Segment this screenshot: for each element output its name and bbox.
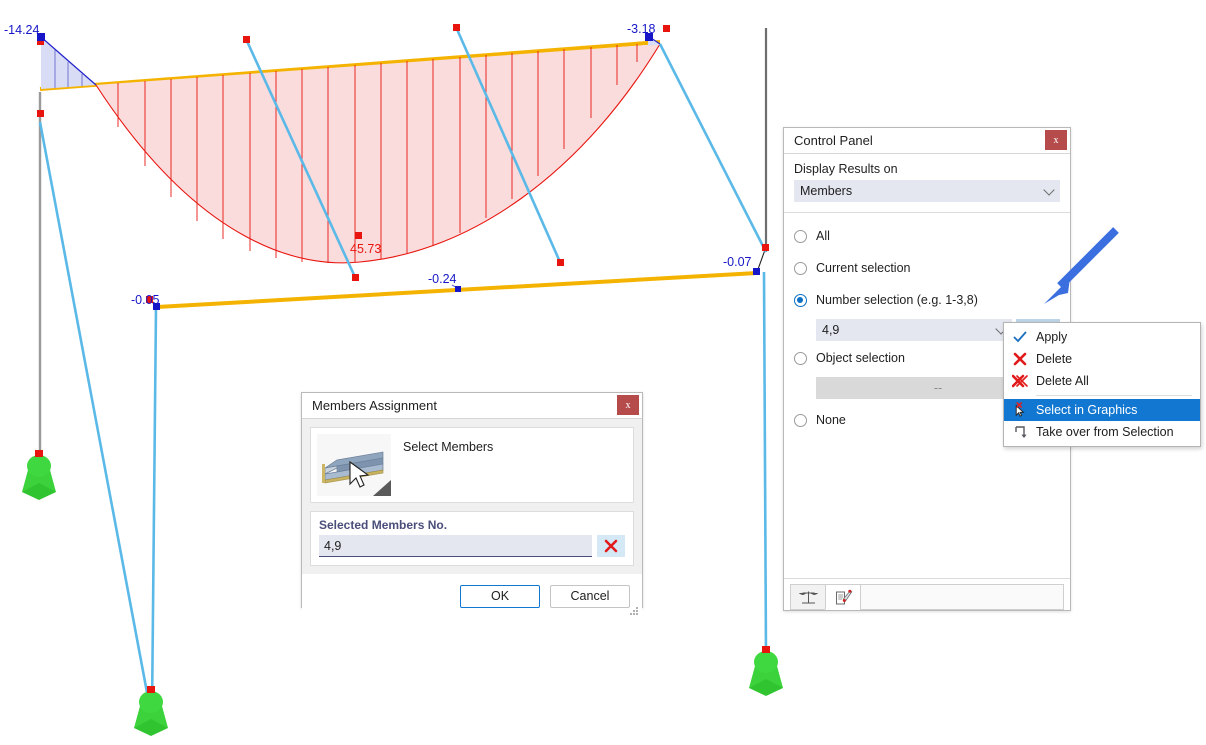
- radio-label-current-selection: Current selection: [816, 261, 911, 275]
- footer-tab-strip: [860, 584, 1064, 610]
- cursor-delete-icon: [1004, 402, 1036, 418]
- resize-handle[interactable]: [630, 607, 639, 616]
- close-icon[interactable]: x: [1045, 130, 1067, 150]
- menu-item-take-over-from-selection[interactable]: Take over from Selection: [1004, 421, 1200, 443]
- tab-clipboard-pen[interactable]: [825, 584, 861, 610]
- menu-item-delete-label: Delete: [1036, 352, 1073, 366]
- menu-item-select-in-graphics-label: Select in Graphics: [1036, 403, 1138, 417]
- menu-item-delete-all[interactable]: Delete All: [1004, 370, 1200, 392]
- select-members-label: Select Members: [403, 440, 494, 454]
- members-dialog-footer: OK Cancel: [302, 574, 642, 618]
- object-selection-value: --: [933, 381, 943, 395]
- clipboard-pen-icon: [835, 589, 852, 604]
- menu-item-apply-label: Apply: [1036, 330, 1068, 344]
- menu-item-select-in-graphics[interactable]: Select in Graphics: [1004, 399, 1200, 421]
- display-results-label: Display Results on: [794, 162, 898, 176]
- radio-option-all[interactable]: All: [794, 223, 1060, 249]
- clear-selection-button[interactable]: [597, 535, 625, 557]
- members-assignment-dialog: Members Assignment x Select Members Sele…: [301, 392, 643, 618]
- cancel-button[interactable]: Cancel: [550, 584, 630, 608]
- menu-item-delete[interactable]: Delete: [1004, 348, 1200, 370]
- radio-label-object-selection: Object selection: [816, 351, 905, 365]
- i-beam-pick-icon[interactable]: [317, 434, 391, 496]
- support-bottom-middle: [134, 686, 168, 736]
- number-selection-input[interactable]: 4,9: [816, 319, 1012, 341]
- menu-item-take-over-label: Take over from Selection: [1036, 425, 1174, 439]
- selected-members-input[interactable]: [319, 535, 592, 557]
- radio-option-number-selection[interactable]: Number selection (e.g. 1-3,8): [794, 287, 1060, 313]
- radio-option-current-selection[interactable]: Current selection: [794, 255, 1060, 281]
- support-left: [22, 450, 56, 500]
- members-dialog-title: Members Assignment: [312, 398, 437, 413]
- selected-members-field: Selected Members No.: [310, 511, 634, 566]
- members-dialog-titlebar[interactable]: Members Assignment x: [302, 393, 642, 419]
- number-selection-value: 4,9: [822, 323, 840, 337]
- display-results-section: Display Results on Members: [784, 154, 1070, 213]
- radio-icon-none: [794, 413, 807, 427]
- control-panel-titlebar[interactable]: Control Panel x: [784, 128, 1070, 154]
- control-panel-footer: [784, 578, 1070, 610]
- display-results-select[interactable]: Members: [794, 180, 1060, 202]
- check-icon: [1004, 331, 1036, 343]
- balance-scales-icon: [798, 591, 818, 603]
- radio-icon-all: [794, 229, 807, 243]
- red-x-icon: [1004, 352, 1036, 366]
- members-dialog-body: Select Members Selected Members No.: [302, 419, 642, 574]
- radio-icon-number-selection: [794, 293, 807, 307]
- close-icon[interactable]: x: [617, 395, 639, 415]
- ok-button[interactable]: OK: [460, 584, 540, 608]
- selection-context-menu: Apply Delete Delete All Select in Graphi…: [1003, 322, 1201, 447]
- radio-icon-current-selection: [794, 261, 807, 275]
- control-panel-title: Control Panel: [794, 133, 873, 148]
- support-right: [749, 646, 783, 696]
- menu-item-apply[interactable]: Apply: [1004, 326, 1200, 348]
- chevron-down-icon: [1043, 184, 1055, 196]
- radio-label-number-selection: Number selection (e.g. 1-3,8): [816, 293, 978, 307]
- red-double-x-icon: [1004, 374, 1036, 388]
- tab-balance-scales[interactable]: [790, 584, 826, 610]
- radio-label-none: None: [816, 413, 846, 427]
- take-over-icon: [1004, 425, 1036, 440]
- radio-label-all: All: [816, 229, 830, 243]
- menu-separator: [1036, 395, 1192, 396]
- app-root: -14.24 -3.18 45.73 -0.24 -0.05 -0.07 Con…: [0, 0, 1206, 745]
- menu-item-delete-all-label: Delete All: [1036, 374, 1089, 388]
- red-x-icon: [604, 539, 618, 553]
- display-results-value: Members: [800, 184, 853, 198]
- radio-icon-object-selection: [794, 351, 807, 365]
- selected-members-label: Selected Members No.: [319, 518, 448, 532]
- select-members-card[interactable]: Select Members: [310, 427, 634, 503]
